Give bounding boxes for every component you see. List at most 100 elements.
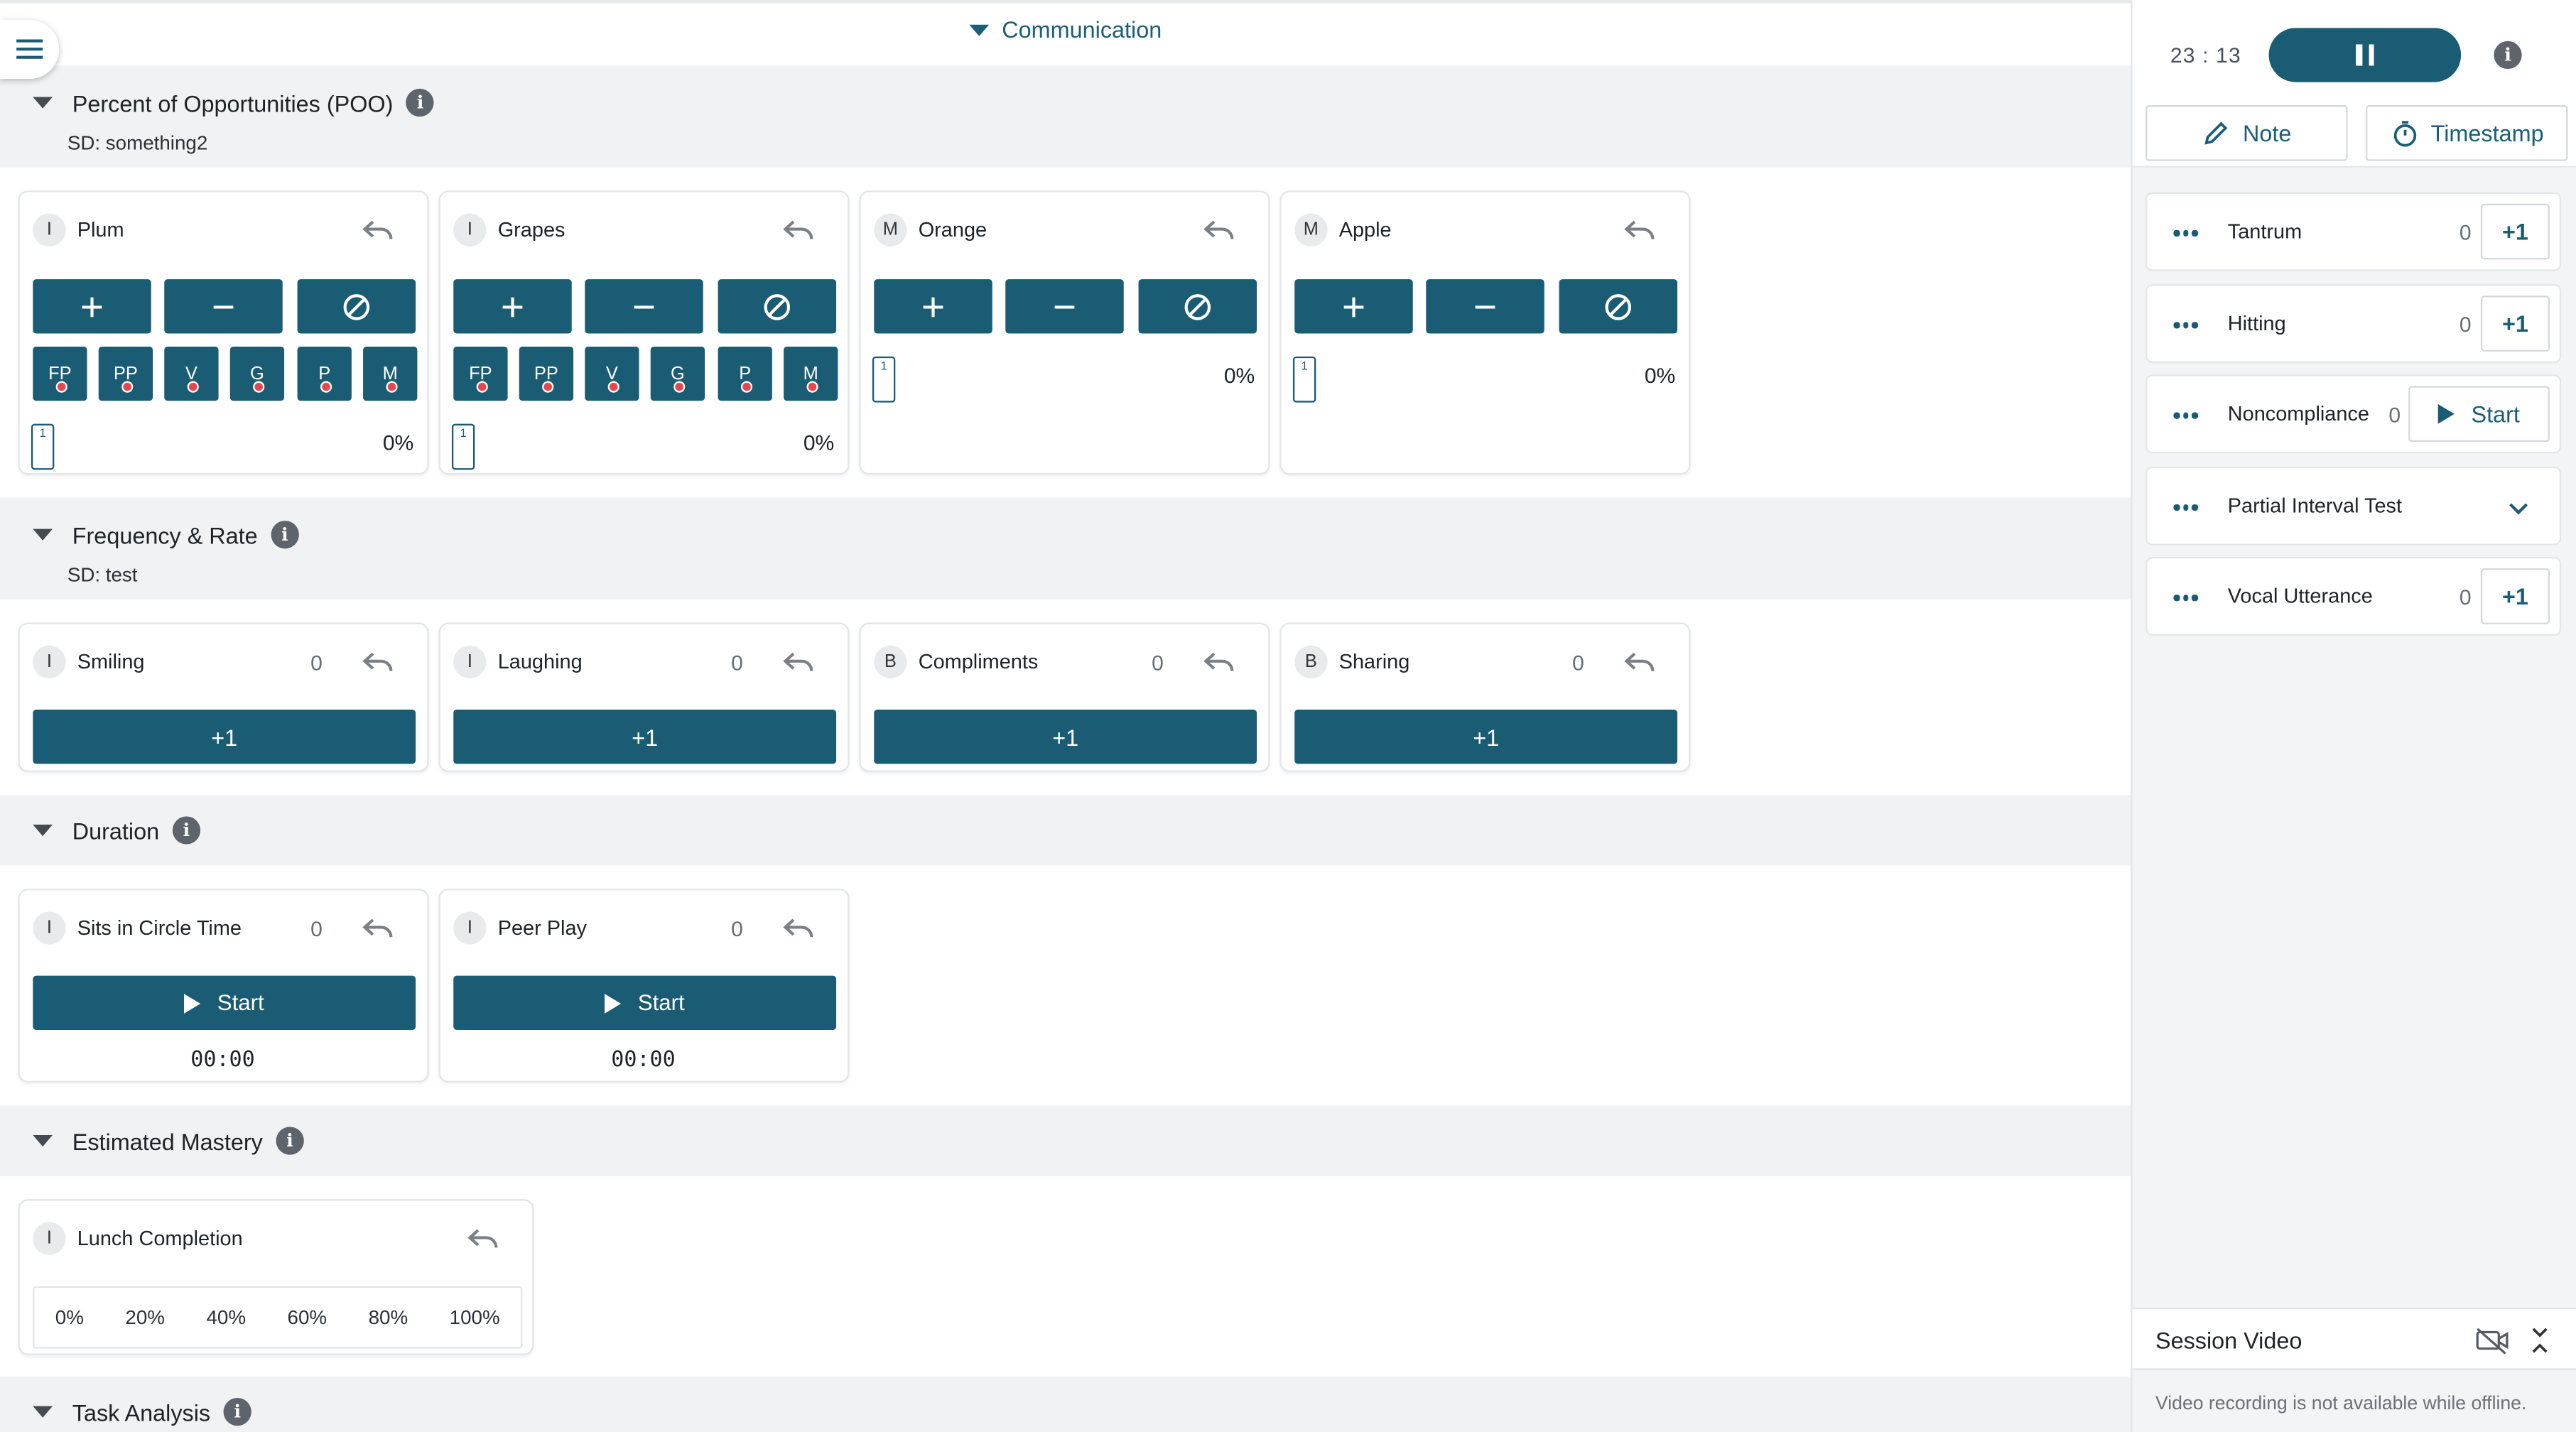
prompt-fp-button[interactable]: FP — [453, 346, 508, 401]
increment-button[interactable]: +1 — [453, 710, 837, 764]
increment-button[interactable]: +1 — [2480, 203, 2550, 260]
more-icon[interactable] — [2173, 595, 2197, 601]
undo-icon[interactable] — [362, 215, 394, 245]
no-response-button[interactable] — [1138, 279, 1257, 334]
start-button[interactable]: Start — [33, 975, 416, 1030]
no-response-button[interactable] — [1559, 279, 1678, 334]
prompt-m-button[interactable]: M — [363, 346, 418, 401]
percent-value: 0% — [803, 430, 835, 455]
behavior-name: Tantrum — [2227, 219, 2302, 244]
menu-button[interactable] — [0, 19, 60, 79]
prompt-p-button[interactable]: P — [718, 346, 772, 401]
target-name: Sharing — [1338, 650, 1410, 674]
plus-icon — [82, 296, 102, 317]
undo-icon[interactable] — [1623, 215, 1656, 245]
undo-icon[interactable] — [362, 913, 394, 943]
trial-indicator[interactable]: 1 — [31, 423, 55, 470]
poo-card-plum: I Plum FP PP V G P M 1 0% — [18, 190, 429, 475]
more-icon[interactable] — [2173, 504, 2197, 511]
mastery-option-80[interactable]: 80% — [369, 1306, 408, 1328]
info-icon[interactable]: i — [172, 816, 200, 845]
more-icon[interactable] — [2173, 322, 2197, 328]
increment-button[interactable]: +1 — [2480, 568, 2550, 624]
info-icon[interactable]: i — [276, 1127, 304, 1155]
info-icon[interactable]: i — [406, 88, 435, 117]
target-badge: I — [33, 645, 66, 679]
trial-indicator[interactable]: 1 — [1292, 356, 1316, 403]
prompt-pp-button[interactable]: PP — [519, 346, 574, 401]
undo-icon[interactable] — [782, 647, 815, 677]
incorrect-button[interactable] — [164, 279, 283, 334]
duration-timer: 00:00 — [190, 1048, 255, 1073]
pause-button[interactable] — [2268, 28, 2462, 82]
correct-button[interactable] — [874, 279, 992, 334]
trial-indicator[interactable]: 1 — [872, 356, 896, 403]
program-title: Communication — [1002, 16, 1162, 43]
section-toggle-mastery[interactable]: Estimated Mastery i — [33, 1127, 304, 1155]
undo-icon[interactable] — [1623, 647, 1656, 677]
target-name: Laughing — [497, 650, 583, 674]
correct-button[interactable] — [33, 279, 151, 334]
mastery-option-100[interactable]: 100% — [450, 1306, 500, 1328]
collapse-icon[interactable] — [2530, 1325, 2550, 1355]
mastery-option-20[interactable]: 20% — [125, 1306, 165, 1328]
start-button[interactable]: Start — [2408, 386, 2550, 443]
mastery-option-0[interactable]: 0% — [55, 1306, 84, 1328]
mastery-option-60[interactable]: 60% — [288, 1306, 328, 1328]
incorrect-button[interactable] — [1005, 279, 1124, 334]
increment-button[interactable]: +1 — [2480, 295, 2550, 352]
increment-button[interactable]: +1 — [1294, 710, 1678, 764]
note-button[interactable]: Note — [2145, 105, 2348, 161]
mastery-option-40[interactable]: 40% — [206, 1306, 246, 1328]
start-label: Start — [2471, 401, 2520, 428]
undo-icon[interactable] — [782, 913, 815, 943]
prompt-v-button[interactable]: V — [164, 346, 219, 401]
section-toggle-frequency[interactable]: Frequency & Rate i — [33, 521, 299, 549]
target-name: Apple — [1338, 218, 1392, 242]
undo-icon[interactable] — [1203, 215, 1235, 245]
session-video-header: Session Video — [2132, 1307, 2576, 1370]
correct-button[interactable] — [453, 279, 572, 334]
freq-card-smiling: I Smiling 0 +1 — [18, 622, 429, 772]
behavior-name: Vocal Utterance — [2227, 585, 2373, 608]
behavior-partial-interval[interactable]: Partial Interval Test — [2145, 466, 2562, 546]
timestamp-label: Timestamp — [2430, 119, 2544, 146]
section-toggle-poo[interactable]: Percent of Opportunities (POO) i — [33, 88, 435, 117]
no-response-button[interactable] — [297, 279, 416, 334]
info-icon[interactable]: i — [223, 1397, 251, 1426]
prompt-m-button[interactable]: M — [784, 346, 838, 401]
increment-button[interactable]: +1 — [874, 710, 1257, 764]
incorrect-button[interactable] — [585, 279, 703, 334]
prompt-g-button[interactable]: G — [229, 346, 285, 401]
chevron-down-icon[interactable] — [2507, 496, 2530, 519]
program-dropdown[interactable]: Communication — [0, 16, 2131, 43]
no-response-button[interactable] — [718, 279, 837, 334]
more-icon[interactable] — [2173, 412, 2197, 418]
target-name: Grapes — [497, 218, 565, 242]
section-toggle-task[interactable]: Task Analysis i — [33, 1397, 251, 1426]
undo-icon[interactable] — [1203, 647, 1235, 677]
behavior-vocal-utterance: Vocal Utterance 0 +1 — [2145, 556, 2562, 636]
prompt-pp-button[interactable]: PP — [98, 346, 153, 401]
correct-button[interactable] — [1294, 279, 1413, 334]
undo-icon[interactable] — [362, 647, 394, 677]
minus-icon — [634, 305, 654, 308]
prompt-v-button[interactable]: V — [585, 346, 639, 401]
behavior-tantrum: Tantrum 0 +1 — [2145, 192, 2562, 271]
undo-icon[interactable] — [467, 1224, 499, 1254]
section-toggle-duration[interactable]: Duration i — [33, 816, 200, 845]
start-button[interactable]: Start — [453, 975, 837, 1030]
video-off-icon[interactable] — [2474, 1325, 2511, 1355]
prompt-fp-button[interactable]: FP — [33, 346, 87, 401]
increment-button[interactable]: +1 — [33, 710, 416, 764]
info-icon[interactable]: i — [271, 521, 299, 549]
info-icon[interactable]: i — [2494, 40, 2522, 70]
prompt-g-button[interactable]: G — [650, 346, 705, 401]
prompt-p-button[interactable]: P — [297, 346, 352, 401]
section-mastery: Estimated Mastery i — [0, 1105, 2131, 1176]
trial-indicator[interactable]: 1 — [451, 423, 475, 470]
incorrect-button[interactable] — [1426, 279, 1544, 334]
undo-icon[interactable] — [782, 215, 815, 245]
more-icon[interactable] — [2173, 229, 2197, 236]
timestamp-button[interactable]: Timestamp — [2366, 105, 2568, 161]
